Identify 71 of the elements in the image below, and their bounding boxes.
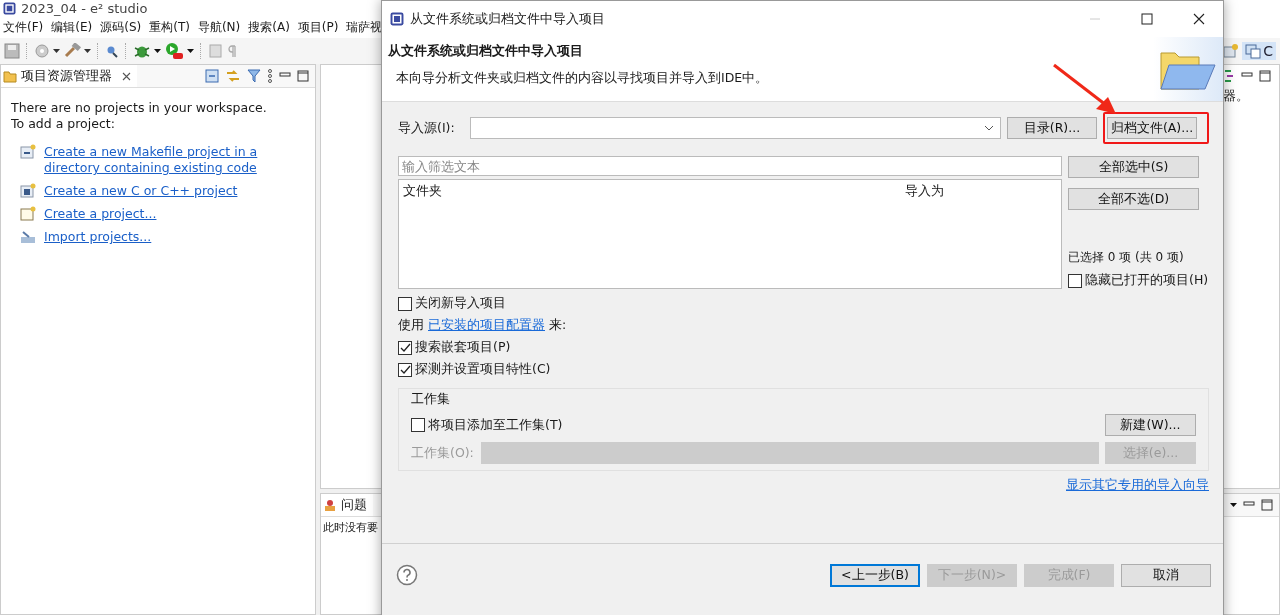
group-title: 工作集 — [411, 391, 451, 408]
maximize-icon[interactable] — [1141, 13, 1153, 25]
checkbox[interactable] — [398, 296, 412, 311]
checkbox-label: 隐藏已打开的项目(H) — [1085, 272, 1209, 289]
kebab-menu-icon[interactable] — [267, 69, 273, 83]
configurator-prefix: 使用 — [398, 317, 424, 334]
wizard-button[interactable]: 取消 — [1121, 563, 1211, 587]
wizard-description: 本向导分析文件夹或归档文件的内容以寻找项目并导入到IDE中。 — [395, 70, 770, 87]
create-link[interactable]: Create a project... — [44, 206, 304, 222]
filter-field[interactable]: 输入筛选文本 — [398, 156, 1062, 176]
menu-item[interactable]: 编辑(E) — [48, 18, 98, 36]
maximize-icon[interactable] — [297, 70, 309, 82]
checkbox[interactable] — [1068, 273, 1082, 288]
checkbox[interactable] — [398, 340, 412, 355]
other-wizards-link[interactable]: 显示其它专用的导入向导 — [1066, 477, 1209, 494]
source-label: 导入源(I): — [398, 119, 456, 137]
folder-icon — [3, 69, 17, 83]
maximize-icon[interactable] — [1261, 499, 1273, 511]
chevron-down-icon — [984, 124, 994, 132]
configurator-link[interactable]: 已安装的项目配置器 — [428, 317, 545, 334]
selection-count: 已选择 0 项 (共 0 项) — [1068, 249, 1185, 266]
menu-item[interactable]: 导航(N) — [194, 18, 246, 36]
new-project-icon — [20, 206, 36, 222]
open-perspective-icon[interactable] — [1223, 43, 1240, 59]
menu-item[interactable]: 搜索(A) — [245, 18, 295, 36]
c-project-icon — [20, 183, 36, 199]
outline-message: 器。 — [1223, 87, 1249, 105]
column-header[interactable]: 导入为 — [905, 183, 944, 200]
makefile-project-icon — [20, 144, 36, 160]
wizard-button[interactable]: <上一步(B) — [830, 563, 920, 587]
create-link[interactable]: Create a new C or C++ project — [44, 183, 304, 199]
import-icon — [20, 229, 36, 245]
configurator-suffix: 来: — [549, 317, 567, 334]
checkbox[interactable] — [398, 362, 412, 377]
directory-button[interactable]: 目录(R)... — [1007, 117, 1097, 139]
checkbox-label: 探测并设置项目特性(C) — [415, 361, 551, 378]
selection-button[interactable]: 全部不选(D) — [1068, 188, 1199, 210]
working-set-label: 工作集(O): — [411, 444, 475, 462]
selection-button[interactable]: 全部选中(S) — [1068, 156, 1199, 178]
wizard-heading: 从文件系统或归档文件中导入项目 — [388, 42, 584, 60]
menu-item[interactable]: 重构(T) — [146, 18, 195, 36]
workspace-message: There are no projects in your workspace. — [11, 100, 268, 116]
explorer-tab[interactable]: 项目资源管理器 — [1, 65, 137, 87]
checkbox-label: 关闭新导入项目 — [415, 295, 506, 312]
create-link[interactable]: Create a new Makefile project in a directory containing existing code — [44, 144, 304, 176]
app-icon — [390, 12, 404, 26]
filter-icon[interactable] — [247, 69, 261, 83]
menu-item[interactable]: 源码(S) — [97, 18, 147, 36]
run-icon[interactable] — [164, 42, 184, 60]
window-title: 2023_04 - e² studio — [21, 0, 148, 16]
sort-icon[interactable] — [1223, 69, 1235, 83]
menu-item[interactable]: 文件(F) — [0, 18, 49, 36]
checkbox-label: 搜索嵌套项目(P) — [415, 339, 511, 356]
checkbox-label: 将项目添加至工作集(T) — [428, 416, 563, 434]
dialog-title: 从文件系统或归档文件中导入项目 — [410, 10, 605, 28]
help-icon[interactable] — [396, 564, 418, 586]
collapse-all-icon[interactable] — [205, 69, 219, 83]
close-icon[interactable] — [122, 71, 131, 81]
working-set-field[interactable] — [481, 442, 1099, 464]
problems-message: 此时没有要 — [322, 520, 379, 536]
problems-tab[interactable]: 问题 — [321, 494, 373, 516]
archive-button[interactable]: 归档文件(A)... — [1107, 117, 1197, 139]
menu-item[interactable]: 项目(P) — [294, 18, 344, 36]
maximize-icon[interactable] — [1259, 70, 1271, 82]
person-icon — [323, 498, 337, 512]
workspace-message: To add a project: — [11, 116, 116, 132]
close-icon[interactable] — [1193, 13, 1205, 25]
perspective-button[interactable]: C — [1242, 42, 1276, 60]
column-header[interactable]: 文件夹 — [403, 183, 905, 200]
create-link[interactable]: Import projects... — [44, 229, 304, 245]
annotation-arrow — [1053, 63, 1116, 114]
